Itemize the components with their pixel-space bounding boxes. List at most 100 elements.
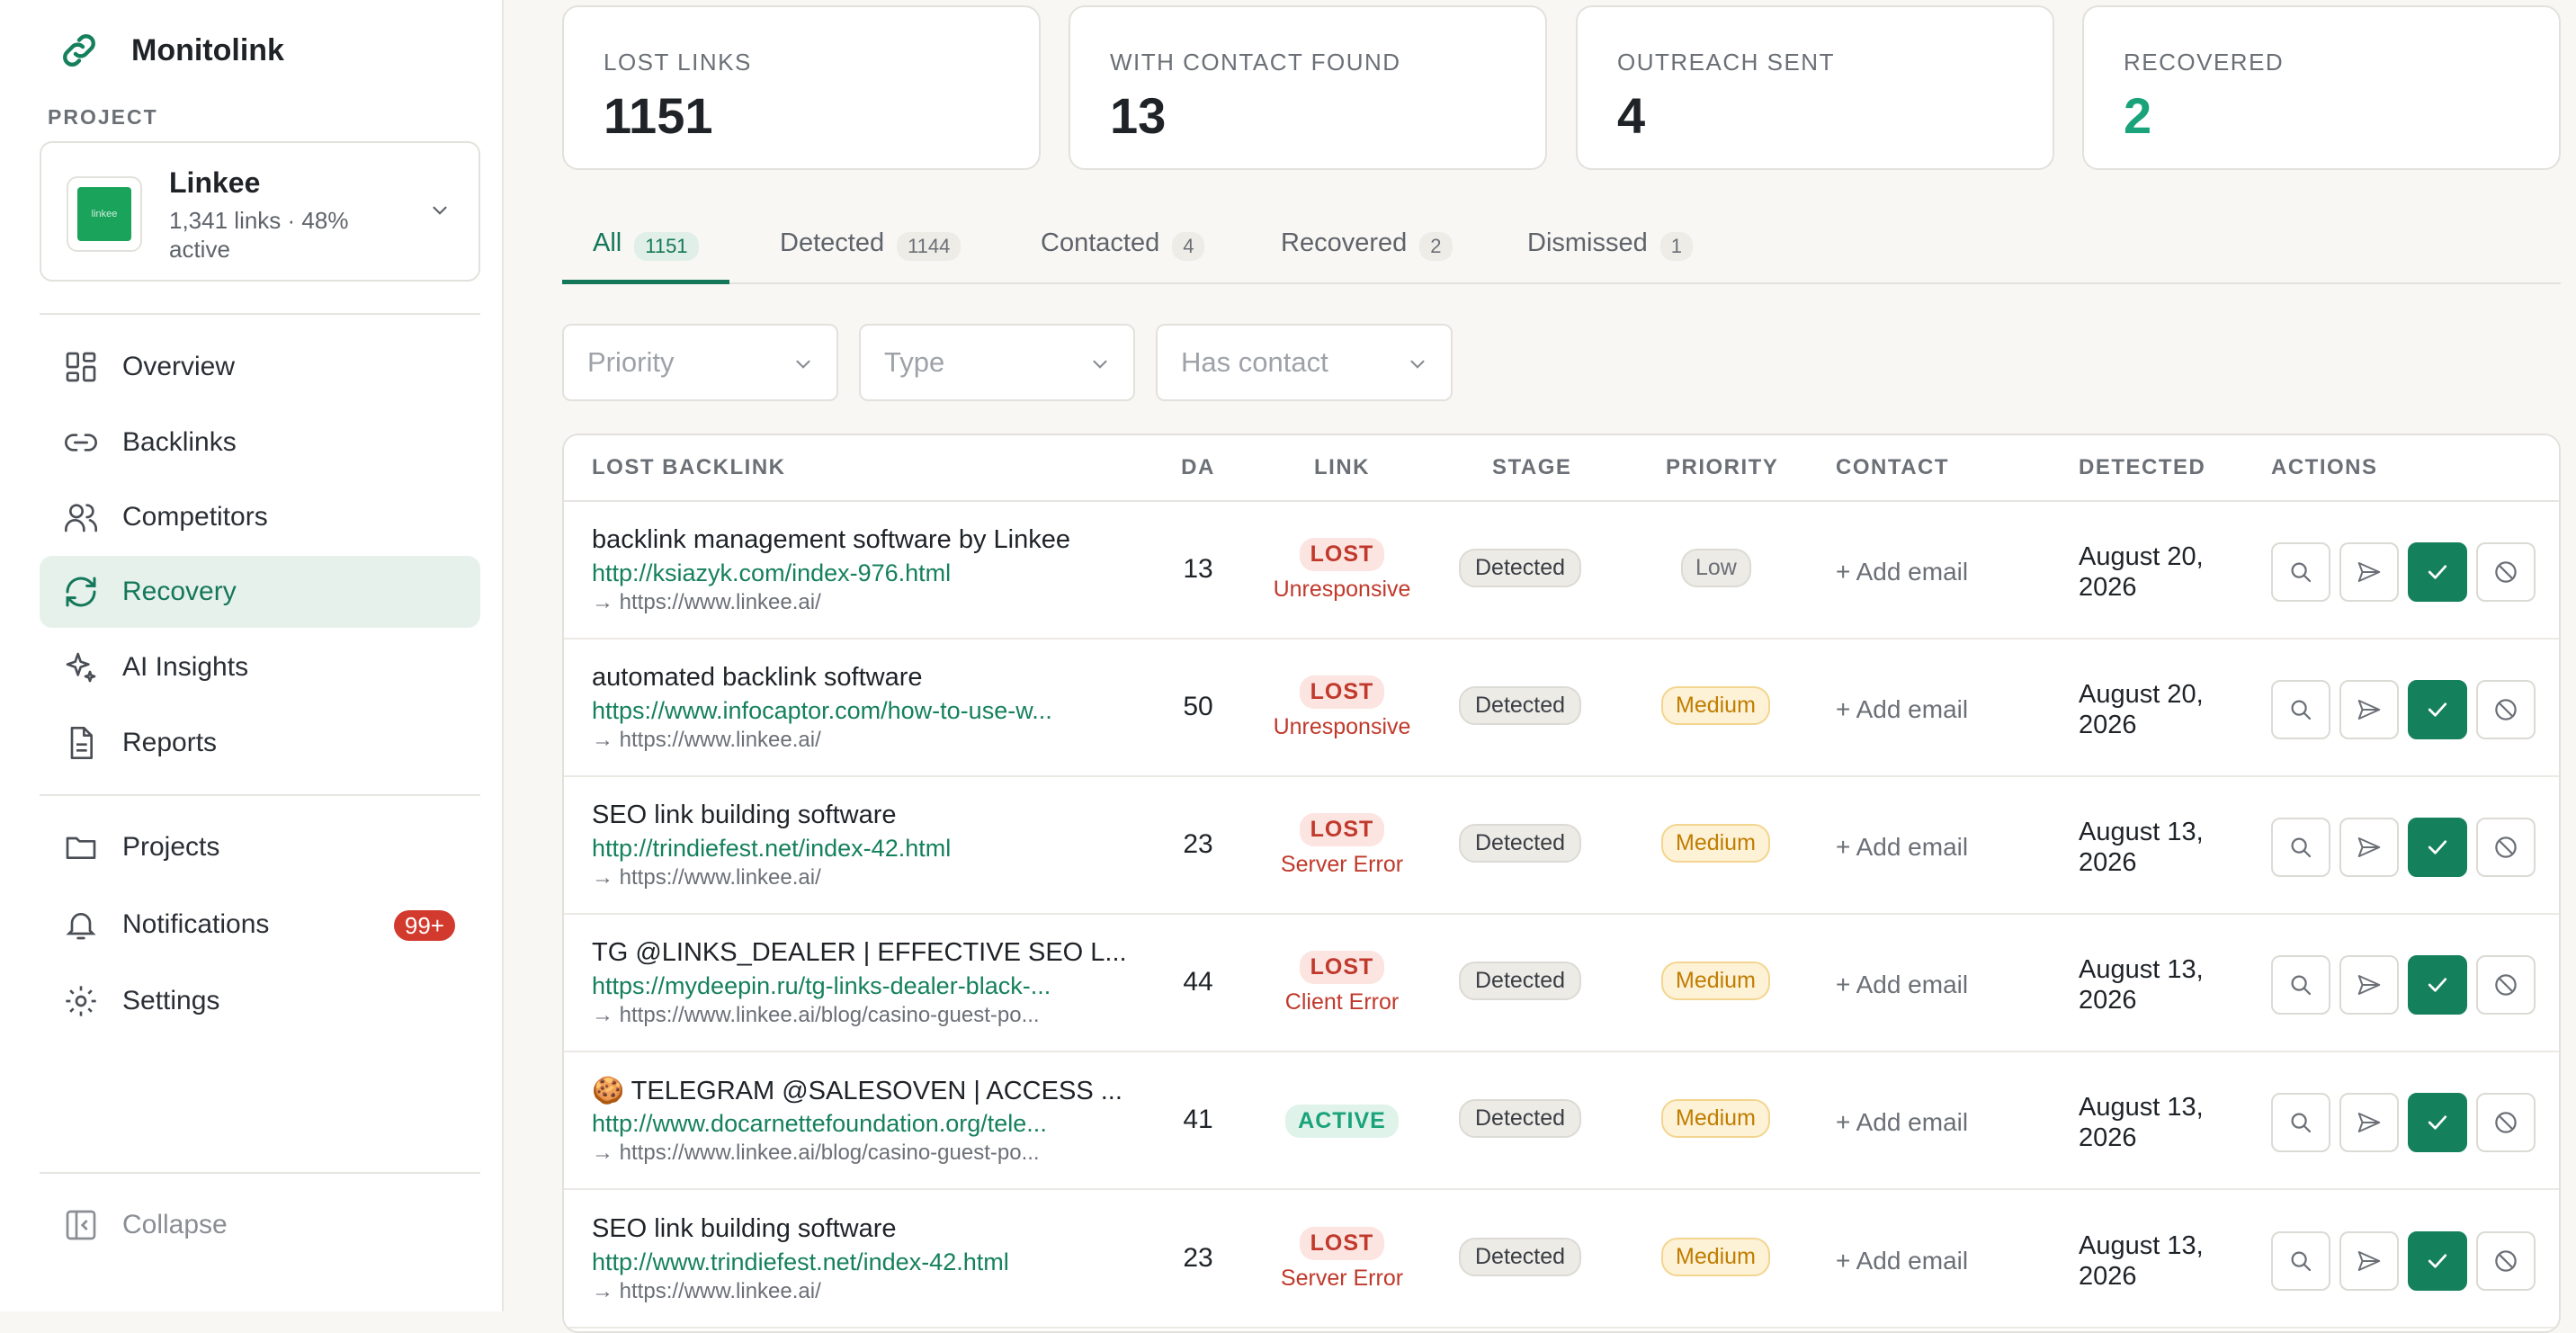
detected-date: August 20, 2026	[2079, 680, 2204, 739]
link-logo-icon	[63, 34, 95, 67]
find-contact-button[interactable]	[2271, 680, 2330, 739]
detected-date: August 13, 2026	[2079, 1093, 2204, 1152]
row-actions	[2271, 542, 2536, 602]
send-outreach-button[interactable]	[2339, 542, 2399, 602]
send-outreach-button[interactable]	[2339, 955, 2399, 1015]
lost-backlinks-table: LOST BACKLINK DA LINK STAGE PRIORITY CON…	[562, 434, 2561, 1333]
backlink-source-url[interactable]: https://mydeepin.ru/tg-links-dealer-blac…	[592, 972, 1051, 1000]
tab-count: 1	[1659, 232, 1693, 261]
stat-card-with-contact: WITH CONTACT FOUND 13	[1069, 5, 1547, 170]
mark-recovered-button[interactable]	[2408, 542, 2467, 602]
mark-recovered-button[interactable]	[2408, 680, 2467, 739]
send-outreach-button[interactable]	[2339, 1231, 2399, 1291]
sidebar-item-settings[interactable]: Settings	[40, 965, 480, 1037]
send-icon	[2357, 562, 2381, 582]
find-contact-button[interactable]	[2271, 818, 2330, 877]
send-outreach-button[interactable]	[2339, 818, 2399, 877]
table-row[interactable]: 🍪 TELEGRAM @SALESOVEN | ACCESS ... http:…	[564, 1052, 2559, 1190]
mark-recovered-button[interactable]	[2408, 1093, 2467, 1152]
dismiss-button[interactable]	[2476, 1093, 2536, 1152]
link-status-badge: LOST	[1299, 951, 1385, 984]
type-filter-select[interactable]: Type	[859, 324, 1135, 401]
sidebar-item-notifications[interactable]: Notifications 99+	[40, 889, 480, 961]
tab-label: Detected	[780, 228, 885, 257]
backlink-source-url[interactable]: https://www.infocaptor.com/how-to-use-w.…	[592, 697, 1052, 725]
find-contact-button[interactable]	[2271, 955, 2330, 1015]
find-contact-button[interactable]	[2271, 1093, 2330, 1152]
column-header: DA	[1181, 455, 1215, 479]
add-email-button[interactable]: + Add email	[1836, 558, 1968, 586]
table-row[interactable]: automated backlink software https://www.…	[564, 640, 2559, 777]
dismiss-button[interactable]	[2476, 680, 2536, 739]
column-header: DETECTED	[2079, 455, 2206, 479]
sidebar-divider	[40, 313, 480, 315]
has-contact-filter-select[interactable]: Has contact	[1156, 324, 1453, 401]
stat-card-lost-links: LOST LINKS 1151	[562, 5, 1041, 170]
collapse-label: Collapse	[122, 1210, 228, 1239]
sidebar-item-overview[interactable]: Overview	[40, 331, 480, 403]
dismiss-button[interactable]	[2476, 1231, 2536, 1291]
send-outreach-button[interactable]	[2339, 1093, 2399, 1152]
tab-label: Contacted	[1041, 228, 1160, 257]
table-row[interactable]: SEO link building software http://trindi…	[564, 777, 2559, 915]
add-email-button[interactable]: + Add email	[1836, 833, 1968, 862]
lost-reason: Unresponsive	[1273, 714, 1411, 739]
sidebar-item-competitors[interactable]: Competitors	[40, 481, 480, 553]
collapse-button[interactable]: Collapse	[40, 1189, 480, 1261]
priority-filter-select[interactable]: Priority	[562, 324, 838, 401]
sidebar-item-reports[interactable]: Reports	[40, 707, 480, 779]
backlink-source-url[interactable]: http://trindiefest.net/index-42.html	[592, 835, 951, 863]
dismiss-button[interactable]	[2476, 542, 2536, 602]
search-icon	[2291, 837, 2312, 858]
sidebar-item-projects[interactable]: Projects	[40, 811, 480, 883]
sidebar: Monitolink PROJECT linkee Linkee 1,341 l…	[0, 0, 504, 1311]
mark-recovered-button[interactable]	[2408, 818, 2467, 877]
table-row[interactable]: backlink management software by Linkee h…	[564, 502, 2559, 640]
sidebar-item-ai-insights[interactable]: AI Insights	[40, 631, 480, 703]
add-email-button[interactable]: + Add email	[1836, 1247, 1968, 1275]
tab-detected[interactable]: Detected 1144	[780, 228, 962, 284]
sidebar-item-label: Reports	[122, 728, 218, 757]
sidebar-item-label: Recovery	[122, 577, 237, 606]
column-header: STAGE	[1492, 455, 1572, 479]
tab-all[interactable]: All 1151	[562, 228, 729, 284]
domain-authority: 13	[1183, 554, 1213, 584]
table-row[interactable]: TG @LINKS_DEALER | EFFECTIVE SEO L... ht…	[564, 915, 2559, 1052]
sidebar-item-backlinks[interactable]: Backlinks	[40, 407, 480, 479]
tab-label: All	[593, 228, 622, 257]
add-email-button[interactable]: + Add email	[1836, 695, 1968, 724]
sidebar-item-label: Backlinks	[122, 427, 237, 457]
backlink-source-url[interactable]: http://ksiazyk.com/index-976.html	[592, 559, 951, 587]
table-row[interactable]: SEO link building software http://www.tr…	[564, 1191, 2559, 1329]
find-contact-button[interactable]	[2271, 542, 2330, 602]
sidebar-item-label: AI Insights	[122, 652, 249, 682]
sidebar-divider	[40, 794, 480, 796]
tab-contacted[interactable]: Contacted 4	[1041, 228, 1205, 284]
find-contact-button[interactable]	[2271, 1231, 2330, 1291]
row-actions	[2271, 680, 2536, 739]
dismiss-icon	[2495, 699, 2517, 720]
detected-date: August 13, 2026	[2079, 955, 2204, 1015]
lost-reason: Server Error	[1280, 852, 1404, 877]
lost-reason: Server Error	[1280, 1266, 1404, 1291]
add-email-button[interactable]: + Add email	[1836, 971, 1968, 999]
add-email-button[interactable]: + Add email	[1836, 1108, 1968, 1137]
tab-dismissed[interactable]: Dismissed 1	[1527, 228, 1693, 284]
dismiss-button[interactable]	[2476, 955, 2536, 1015]
send-icon	[2357, 1251, 2381, 1271]
dismiss-button[interactable]	[2476, 818, 2536, 877]
row-actions	[2271, 818, 2536, 877]
send-outreach-button[interactable]	[2339, 680, 2399, 739]
backlink-source-url[interactable]: http://www.trindiefest.net/index-42.html	[592, 1248, 1009, 1276]
mark-recovered-button[interactable]	[2408, 955, 2467, 1015]
row-actions	[2271, 1231, 2536, 1291]
sidebar-item-recovery[interactable]: Recovery	[40, 556, 480, 628]
project-switcher[interactable]: linkee Linkee 1,341 links · 48% active	[40, 141, 480, 282]
backlink-source-url[interactable]: http://www.docarnettefoundation.org/tele…	[592, 1110, 1047, 1138]
collapse-icon	[66, 1210, 96, 1240]
column-header: CONTACT	[1836, 455, 1950, 479]
brand[interactable]: Monitolink	[58, 29, 284, 72]
folder-icon	[66, 836, 96, 859]
mark-recovered-button[interactable]	[2408, 1231, 2467, 1291]
tab-recovered[interactable]: Recovered 2	[1281, 228, 1453, 284]
